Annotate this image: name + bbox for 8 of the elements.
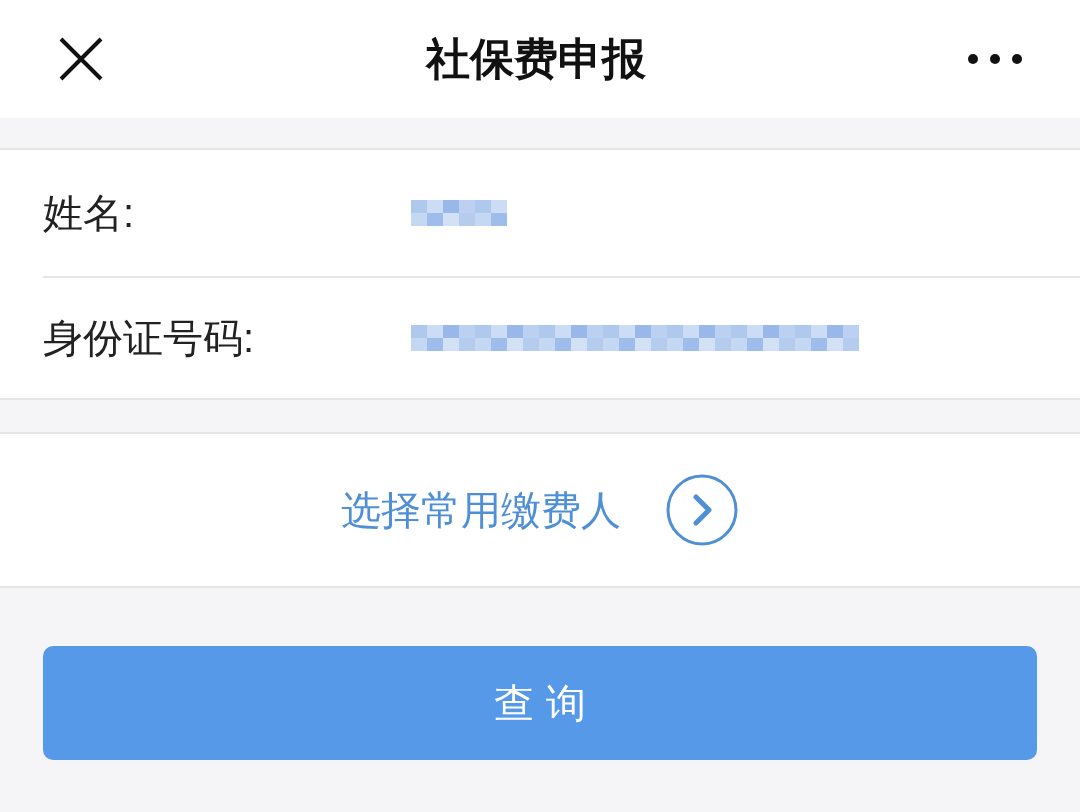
chevron-circle-icon [665,473,739,547]
picker-row[interactable]: 选择常用缴费人 [0,432,1080,588]
close-icon[interactable] [58,36,104,82]
more-icon[interactable] [968,54,1022,64]
query-button[interactable]: 查 询 [43,646,1037,760]
field-label: 姓名: [43,190,136,237]
field-label: 身份证号码: [43,315,256,362]
page-title: 社保费申报 [426,33,646,85]
